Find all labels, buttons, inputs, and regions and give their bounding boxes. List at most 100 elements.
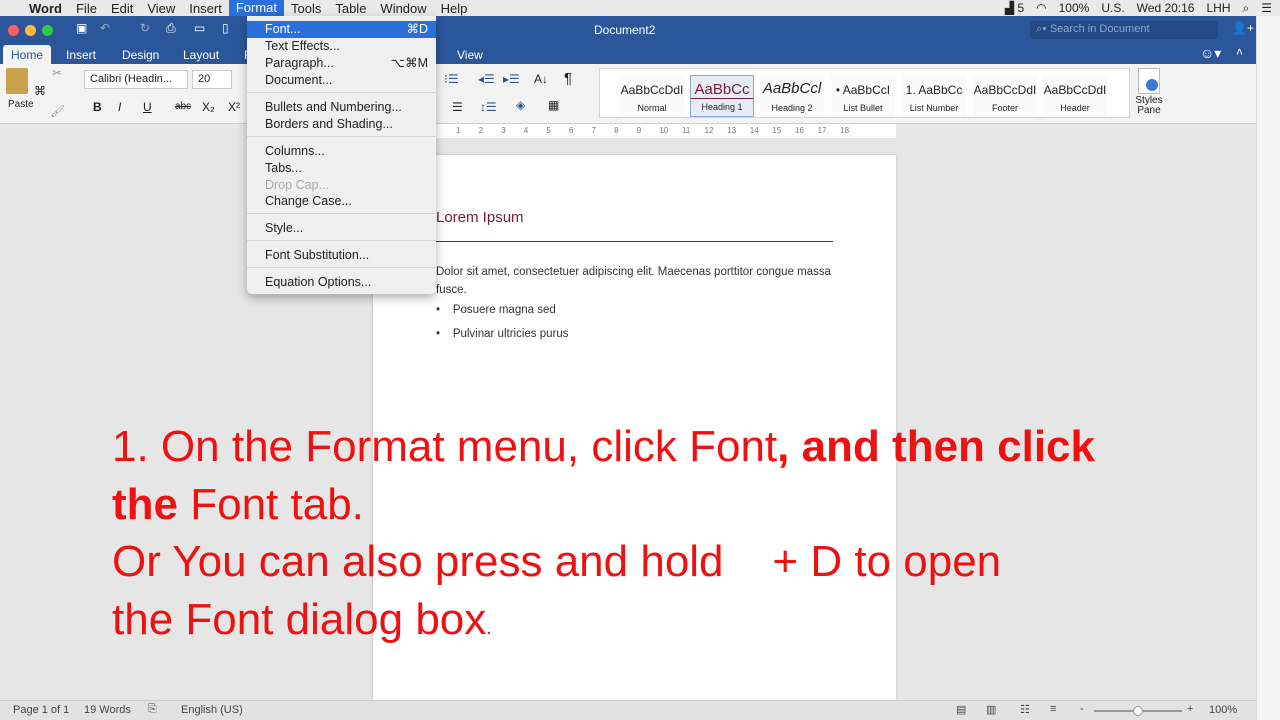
doc-bullet-1[interactable]: • Posuere magna sed [436,304,556,316]
maximize-button[interactable] [42,25,53,36]
menu-file[interactable]: File [69,1,104,16]
tab-layout[interactable]: Layout [175,45,227,65]
tab-insert[interactable]: Insert [58,45,104,65]
collapse-ribbon-icon[interactable]: ˄ [1236,45,1243,59]
format-menu-item-paragraph[interactable]: Paragraph... ⌥⌘M [247,55,436,72]
print-layout-icon[interactable]: ▤ [956,703,966,716]
zoom-out-button[interactable]: - [1080,703,1084,715]
user-name[interactable]: LHH [1206,1,1230,15]
menu-item-label: Font... [265,22,301,36]
language[interactable]: English (US) [181,704,243,716]
underline-button[interactable]: U [143,100,152,114]
font-size-select[interactable]: 20 [192,70,232,89]
menu-window[interactable]: Window [373,1,433,16]
format-menu-item-font[interactable]: Font... ⌘D [247,21,436,38]
sidebar-icon[interactable]: ▣ [76,21,87,35]
style-heading-2[interactable]: AaBbCcl Heading 2 [760,75,824,117]
battery-status[interactable]: 100% [1059,1,1090,15]
style-normal[interactable]: AaBbCcDdI Normal [620,75,684,117]
zoom-in-button[interactable]: + [1187,703,1193,715]
doc-bullet-2[interactable]: • Pulvinar ultricies purus [436,328,569,340]
menu-edit[interactable]: Edit [104,1,140,16]
menu-help[interactable]: Help [434,1,475,16]
format-menu-item-text-effects[interactable]: Text Effects... [247,38,436,55]
show-formatting-icon[interactable]: ¶ [564,70,572,87]
search-input[interactable]: ⌕▾ Search in Document [1030,21,1218,39]
zoom-level[interactable]: 100% [1209,704,1237,716]
word-count[interactable]: 19 Words [84,704,131,716]
style-heading-1[interactable]: AaBbCc Heading 1 [690,75,754,117]
undo-icon[interactable]: ↶ [100,21,110,35]
paste-icon[interactable] [6,68,28,94]
bold-button[interactable]: B [93,100,102,114]
redo-icon[interactable]: ↻ [140,21,150,35]
input-source[interactable]: U.S. [1101,1,1124,15]
clock[interactable]: Wed 20:16 [1137,1,1195,15]
subscript-button[interactable]: X₂ [202,100,215,114]
menu-tools[interactable]: Tools [284,1,328,16]
paste-label[interactable]: Paste [8,99,34,110]
doc-heading[interactable]: Lorem Ipsum [436,209,524,226]
adobe-icon[interactable]: ▟ 5 [1005,1,1024,15]
sort-icon[interactable]: A↓ [534,72,548,86]
spotlight-icon[interactable]: ⌕ [1243,1,1250,16]
menu-separator [247,267,436,268]
format-menu-item-font-substitution[interactable]: Font Substitution... [247,247,436,264]
format-menu-item-change-case[interactable]: Change Case... [247,193,436,210]
draft-icon[interactable]: ≡ [1050,703,1056,715]
ruler-tick: 8 [614,126,619,135]
format-menu-item-tabs[interactable]: Tabs... [247,160,436,177]
styles-pane-button[interactable]: Styles Pane [1134,68,1164,116]
decrease-indent-icon[interactable]: ◂☰ [478,72,495,86]
numbering-icon[interactable]: ⁝☰ [444,72,459,86]
web-layout-icon[interactable]: ▥ [986,703,996,716]
menu-insert[interactable]: Insert [182,1,229,16]
font-name-select[interactable]: Calibri (Headin... [84,70,188,89]
proofing-icon[interactable]: ⎘ [148,703,157,716]
format-menu-item-style[interactable]: Style... [247,220,436,237]
tab-home[interactable]: Home [3,45,52,64]
italic-button[interactable]: I [118,100,121,114]
menu-table[interactable]: Table [328,1,373,16]
format-menu-item-document[interactable]: Document... [247,72,436,89]
format-painter-icon[interactable]: 🖌 [50,104,65,118]
vertical-scrollbar[interactable] [1256,16,1280,720]
notification-icon[interactable]: ☰ [1261,1,1272,15]
style-list-bullet[interactable]: • AaBbCcI List Bullet [831,75,895,117]
print-icon[interactable]: ⎙ [166,21,176,36]
tab-view[interactable]: View [449,45,491,65]
save-icon[interactable]: ▭ [194,21,205,35]
shading-icon[interactable]: ◈ [516,98,525,112]
new-doc-icon[interactable]: ▯ [222,21,229,35]
line-spacing-icon[interactable]: ↕☰ [480,100,497,114]
format-menu-item-borders-and-shading[interactable]: Borders and Shading... [247,116,436,133]
tab-design[interactable]: Design [114,45,167,65]
format-menu-item-columns[interactable]: Columns... [247,143,436,160]
style-footer[interactable]: AaBbCcDdI Footer [973,75,1037,117]
format-menu-item-bullets-and-numbering[interactable]: Bullets and Numbering... [247,99,436,116]
page-count[interactable]: Page 1 of 1 [13,704,69,716]
share-icon[interactable]: 👤+ [1232,21,1254,35]
search-icon: ⌕▾ [1036,23,1050,35]
superscript-button[interactable]: X² [228,100,240,114]
zoom-slider-thumb[interactable] [1133,706,1143,716]
horizontal-ruler[interactable]: 1 2 3 4 5 6 7 8 9 10 11 12 13 14 15 16 17 18 [436,124,896,138]
increase-indent-icon[interactable]: ▸☰ [503,72,520,86]
zoom-slider[interactable] [1094,706,1182,716]
wifi-icon[interactable]: ◠ [1036,1,1046,15]
style-header[interactable]: AaBbCcDdI Header [1043,75,1107,117]
feedback-smiley-icon[interactable]: ☺▾ [1200,45,1221,62]
menu-format[interactable]: Format [228,0,284,16]
format-menu-item-equation-options[interactable]: Equation Options... [247,274,436,291]
borders-icon[interactable]: ▦ [548,98,559,112]
strikethrough-button[interactable]: abc [175,101,191,112]
style-list-number[interactable]: 1. AaBbCc List Number [902,75,966,117]
close-button[interactable] [8,25,19,36]
minimize-button[interactable] [25,25,36,36]
outline-icon[interactable]: ☷ [1020,703,1030,716]
menu-view[interactable]: View [140,1,182,16]
cut-icon[interactable]: ✂ [52,66,62,80]
menu-word[interactable]: Word [22,1,69,16]
doc-body[interactable]: Dolor sit amet, consectetuer adipiscing … [436,263,836,299]
justify-icon[interactable]: ☰ [452,100,463,114]
